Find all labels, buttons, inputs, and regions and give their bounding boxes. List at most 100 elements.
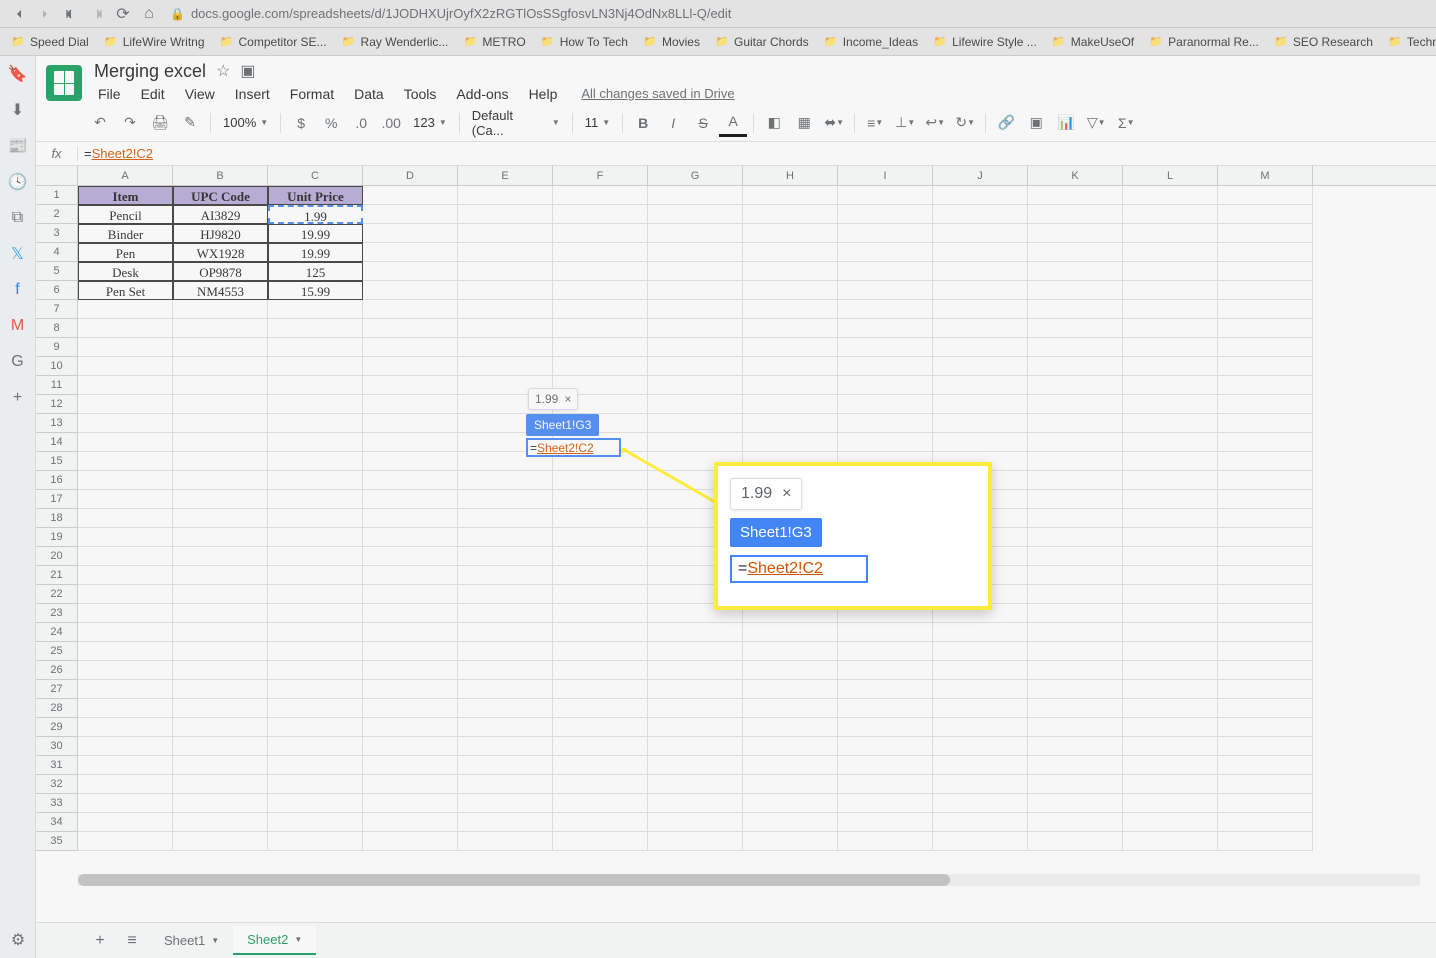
cell[interactable]	[743, 623, 838, 642]
cell[interactable]	[553, 357, 648, 376]
bookmark-item[interactable]: 📁Movies	[636, 32, 706, 52]
rewind-button[interactable]	[58, 2, 84, 26]
cell[interactable]	[743, 775, 838, 794]
cell[interactable]	[363, 243, 458, 262]
row-header[interactable]: 2	[36, 205, 78, 224]
cell[interactable]	[173, 547, 268, 566]
cell[interactable]	[458, 338, 553, 357]
cell[interactable]	[78, 452, 173, 471]
cell[interactable]	[1218, 452, 1313, 471]
cell[interactable]	[553, 243, 648, 262]
star-icon[interactable]: ☆	[216, 61, 230, 81]
cell[interactable]	[1123, 452, 1218, 471]
cell[interactable]	[553, 319, 648, 338]
cell[interactable]	[268, 414, 363, 433]
cell[interactable]	[1218, 680, 1313, 699]
cell[interactable]	[363, 661, 458, 680]
cell[interactable]	[933, 300, 1028, 319]
cell[interactable]	[78, 547, 173, 566]
cell[interactable]	[1028, 243, 1123, 262]
cell[interactable]	[363, 718, 458, 737]
cell[interactable]	[1218, 300, 1313, 319]
redo-button[interactable]: ↷	[116, 109, 144, 137]
cell[interactable]	[553, 300, 648, 319]
cell[interactable]	[268, 775, 363, 794]
increase-decimal-button[interactable]: .00	[377, 109, 405, 137]
cell[interactable]	[1218, 775, 1313, 794]
col-header[interactable]: L	[1123, 166, 1218, 185]
col-header[interactable]: M	[1218, 166, 1313, 185]
cell[interactable]	[743, 357, 838, 376]
cell[interactable]	[458, 642, 553, 661]
cell[interactable]	[363, 794, 458, 813]
row-header[interactable]: 29	[36, 718, 78, 737]
menu-format[interactable]: Format	[282, 82, 342, 106]
cell[interactable]	[458, 509, 553, 528]
cell[interactable]	[553, 699, 648, 718]
bookmark-item[interactable]: 📁METRO	[456, 32, 531, 52]
settings-icon[interactable]: ⚙	[8, 930, 28, 950]
cell[interactable]	[1218, 585, 1313, 604]
cell[interactable]	[1123, 300, 1218, 319]
cell[interactable]	[648, 395, 743, 414]
cell[interactable]	[553, 623, 648, 642]
row-header[interactable]: 31	[36, 756, 78, 775]
cell[interactable]	[1218, 262, 1313, 281]
cell[interactable]	[458, 699, 553, 718]
cell[interactable]	[78, 718, 173, 737]
cell[interactable]	[648, 338, 743, 357]
cell[interactable]	[173, 813, 268, 832]
cell[interactable]	[838, 623, 933, 642]
cell[interactable]	[173, 623, 268, 642]
cell[interactable]	[363, 813, 458, 832]
cell[interactable]	[458, 224, 553, 243]
menu-data[interactable]: Data	[346, 82, 392, 106]
cell[interactable]	[1123, 604, 1218, 623]
cell[interactable]	[78, 623, 173, 642]
row-header[interactable]: 11	[36, 376, 78, 395]
cell[interactable]	[648, 756, 743, 775]
cell[interactable]	[933, 205, 1028, 224]
cell[interactable]	[1123, 718, 1218, 737]
cell[interactable]	[838, 395, 933, 414]
bookmark-item[interactable]: 📁Income_Ideas	[817, 32, 924, 52]
cell[interactable]	[648, 205, 743, 224]
cell[interactable]	[173, 775, 268, 794]
gmail-icon[interactable]: M	[8, 316, 28, 336]
cell[interactable]	[173, 832, 268, 851]
h-align-button[interactable]: ≡▼	[861, 109, 889, 137]
strike-button[interactable]: S	[689, 109, 717, 137]
cell[interactable]	[1123, 471, 1218, 490]
cell[interactable]	[648, 737, 743, 756]
row-header[interactable]: 28	[36, 699, 78, 718]
row-header[interactable]: 12	[36, 395, 78, 414]
cell[interactable]	[173, 528, 268, 547]
cell[interactable]	[838, 832, 933, 851]
cell[interactable]	[268, 832, 363, 851]
cell[interactable]	[1218, 433, 1313, 452]
cell[interactable]	[173, 490, 268, 509]
cell[interactable]	[1123, 737, 1218, 756]
chevron-down-icon[interactable]: ▼	[294, 935, 302, 944]
sheet-tab[interactable]: Sheet1 ▼	[150, 926, 233, 955]
cell[interactable]	[268, 699, 363, 718]
close-icon[interactable]: ×	[564, 392, 571, 406]
cell[interactable]	[173, 661, 268, 680]
cell[interactable]	[553, 585, 648, 604]
filter-button[interactable]: ▽▼	[1082, 109, 1110, 137]
cell[interactable]	[933, 775, 1028, 794]
cell[interactable]	[1123, 775, 1218, 794]
text-color-button[interactable]: A	[719, 109, 747, 137]
cell[interactable]	[268, 680, 363, 699]
cell[interactable]	[458, 604, 553, 623]
cell[interactable]	[363, 547, 458, 566]
cell[interactable]	[648, 414, 743, 433]
cell[interactable]	[173, 433, 268, 452]
cell[interactable]	[838, 718, 933, 737]
cell[interactable]	[173, 300, 268, 319]
cell[interactable]: Item	[78, 186, 173, 205]
bookmark-item[interactable]: 📁LifeWire Writng	[97, 32, 211, 52]
cell[interactable]	[78, 433, 173, 452]
cell[interactable]	[838, 186, 933, 205]
col-header[interactable]: B	[173, 166, 268, 185]
